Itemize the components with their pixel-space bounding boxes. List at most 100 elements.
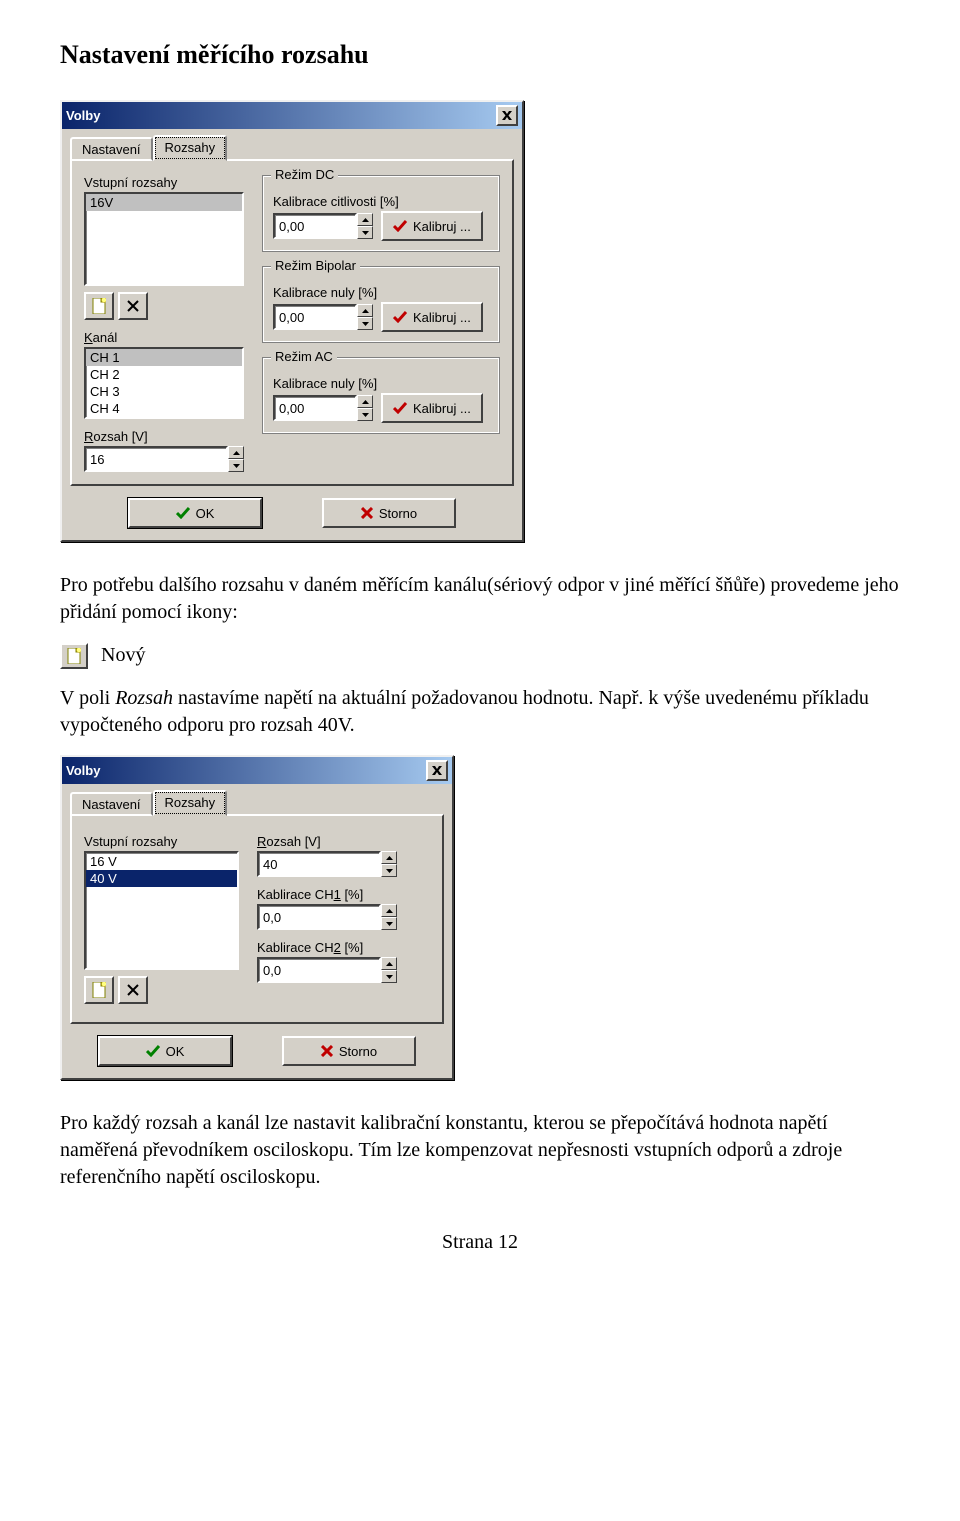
spin-down[interactable] bbox=[228, 459, 244, 472]
tabs: Nastavení Rozsahy bbox=[70, 135, 514, 161]
tab-nastaveni[interactable]: Nastavení bbox=[70, 792, 153, 816]
chevron-up-icon bbox=[386, 856, 393, 860]
ok-label: OK bbox=[166, 1044, 185, 1059]
cal-ch2-input[interactable]: 0,0 bbox=[257, 957, 397, 983]
kalibruj-label: Kalibruj ... bbox=[413, 219, 471, 234]
chevron-down-icon bbox=[386, 975, 393, 979]
ok-button[interactable]: OK bbox=[98, 1036, 232, 1066]
spin-up[interactable] bbox=[228, 446, 244, 459]
spin-up[interactable] bbox=[381, 904, 397, 917]
kalibruj-button[interactable]: Kalibruj ... bbox=[381, 393, 483, 423]
new-icon-line: Nový bbox=[60, 642, 900, 669]
group-title: Režim DC bbox=[271, 167, 338, 182]
paragraph-1: Pro potřebu dalšího rozsahu v daném měří… bbox=[60, 572, 900, 626]
rozsah-label: Rozsah [V] bbox=[257, 834, 430, 849]
spin-down[interactable] bbox=[381, 917, 397, 930]
list-item[interactable]: 40 V bbox=[86, 870, 237, 887]
kanal-label: Kanál bbox=[84, 330, 244, 345]
storno-label: Storno bbox=[339, 1044, 377, 1059]
spin-up[interactable] bbox=[357, 304, 373, 317]
vstupni-rozsahy-label: Vstupní rozsahy bbox=[84, 834, 239, 849]
check-red-icon bbox=[393, 311, 407, 323]
chevron-up-icon bbox=[233, 451, 240, 455]
dialog-volby-2: Volby Nastavení Rozsahy Vstupní rozsahy … bbox=[60, 755, 454, 1080]
chevron-down-icon bbox=[233, 464, 240, 468]
spin-up[interactable] bbox=[357, 213, 373, 226]
cal-zero-input[interactable]: 0,00 bbox=[273, 304, 373, 330]
vstupni-rozsahy-list[interactable]: 16V bbox=[84, 192, 244, 286]
spin-down[interactable] bbox=[381, 970, 397, 983]
tab-rozsahy[interactable]: Rozsahy bbox=[153, 135, 228, 161]
cal-ch1-input[interactable]: 0,0 bbox=[257, 904, 397, 930]
list-item[interactable]: 16 V bbox=[86, 853, 237, 870]
window-title: Volby bbox=[66, 763, 100, 778]
cal-zero-label: Kalibrace nuly [%] bbox=[273, 376, 489, 391]
storno-button[interactable]: Storno bbox=[322, 498, 456, 528]
cancel-red-x-icon bbox=[361, 507, 373, 519]
cal-zero-label: Kalibrace nuly [%] bbox=[273, 285, 489, 300]
cal-value: 0,00 bbox=[275, 219, 355, 234]
list-item[interactable]: CH 3 bbox=[86, 383, 242, 400]
delete-x-icon bbox=[127, 984, 139, 996]
dialog-volby-1: Volby Nastavení Rozsahy Vstupní rozsahy … bbox=[60, 100, 524, 542]
spin-down[interactable] bbox=[357, 317, 373, 330]
chevron-down-icon bbox=[386, 869, 393, 873]
vstupni-rozsahy-list[interactable]: 16 V 40 V bbox=[84, 851, 239, 970]
kalibruj-button[interactable]: Kalibruj ... bbox=[381, 302, 483, 332]
delete-x-icon bbox=[127, 300, 139, 312]
spin-down[interactable] bbox=[381, 864, 397, 877]
chevron-up-icon bbox=[362, 309, 369, 313]
close-x-icon bbox=[432, 766, 442, 775]
kalibruj-label: Kalibruj ... bbox=[413, 401, 471, 416]
new-label: Nový bbox=[101, 644, 145, 666]
spin-down[interactable] bbox=[357, 408, 373, 421]
cal-zero-input[interactable]: 0,00 bbox=[273, 395, 373, 421]
cal-value: 0,0 bbox=[259, 910, 379, 925]
list-item[interactable]: 16V bbox=[86, 194, 242, 211]
chevron-up-icon bbox=[362, 218, 369, 222]
close-button[interactable] bbox=[426, 760, 448, 781]
check-red-icon bbox=[393, 220, 407, 232]
cancel-red-x-icon bbox=[321, 1045, 333, 1057]
tab-rozsahy[interactable]: Rozsahy bbox=[153, 790, 228, 816]
paragraph-3: Pro každý rozsah a kanál lze nastavit ka… bbox=[60, 1110, 900, 1191]
close-x-icon bbox=[502, 111, 512, 120]
spin-up[interactable] bbox=[381, 851, 397, 864]
kalibruj-button[interactable]: Kalibruj ... bbox=[381, 211, 483, 241]
group-rezim-ac: Režim AC Kalibrace nuly [%] 0,00 bbox=[262, 357, 500, 434]
close-button[interactable] bbox=[496, 105, 518, 126]
spin-up[interactable] bbox=[357, 395, 373, 408]
check-green-icon bbox=[146, 1045, 160, 1057]
tab-panel: Vstupní rozsahy 16 V 40 V bbox=[70, 814, 444, 1024]
cal-sens-label: Kalibrace citlivosti [%] bbox=[273, 194, 489, 209]
page-heading: Nastavení měřícího rozsahu bbox=[60, 40, 900, 70]
window-title: Volby bbox=[66, 108, 100, 123]
rozsah-input[interactable]: 40 bbox=[257, 851, 397, 877]
cal-sens-input[interactable]: 0,00 bbox=[273, 213, 373, 239]
list-item[interactable]: CH 2 bbox=[86, 366, 242, 383]
delete-button[interactable] bbox=[118, 292, 148, 320]
spin-down[interactable] bbox=[357, 226, 373, 239]
kanal-list[interactable]: CH 1 CH 2 CH 3 CH 4 bbox=[84, 347, 244, 419]
chevron-down-icon bbox=[362, 413, 369, 417]
cal-value: 0,00 bbox=[275, 401, 355, 416]
tabs: Nastavení Rozsahy bbox=[70, 790, 444, 816]
chevron-down-icon bbox=[362, 231, 369, 235]
chevron-up-icon bbox=[386, 909, 393, 913]
check-red-icon bbox=[393, 402, 407, 414]
spin-up[interactable] bbox=[381, 957, 397, 970]
group-title: Režim AC bbox=[271, 349, 337, 364]
tab-nastaveni[interactable]: Nastavení bbox=[70, 137, 153, 161]
new-button[interactable] bbox=[84, 976, 114, 1004]
list-item[interactable]: CH 1 bbox=[86, 349, 242, 366]
chevron-up-icon bbox=[386, 962, 393, 966]
new-document-icon bbox=[92, 982, 106, 998]
new-button[interactable] bbox=[84, 292, 114, 320]
storno-button[interactable]: Storno bbox=[282, 1036, 416, 1066]
list-item[interactable]: CH 4 bbox=[86, 400, 242, 417]
delete-button[interactable] bbox=[118, 976, 148, 1004]
vstupni-rozsahy-label: Vstupní rozsahy bbox=[84, 175, 244, 190]
cal-ch1-label: Kablirace CH1 [%] bbox=[257, 887, 430, 902]
ok-button[interactable]: OK bbox=[128, 498, 262, 528]
rozsah-input[interactable]: 16 bbox=[84, 446, 244, 472]
